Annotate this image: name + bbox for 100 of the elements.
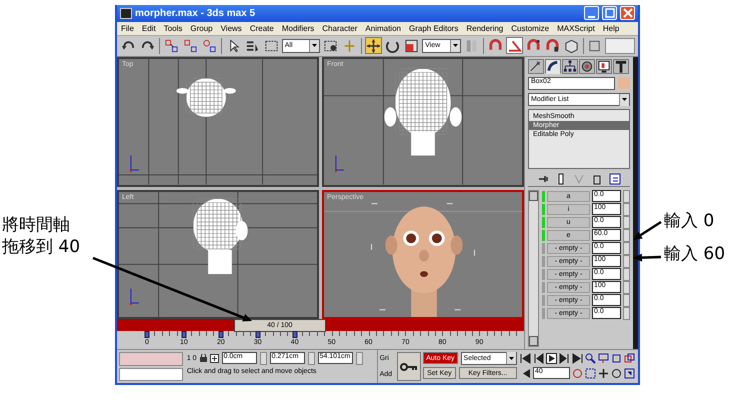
toolbar-button[interactable] [559,353,570,364]
close-button[interactable] [620,6,635,20]
spinner[interactable] [623,202,630,216]
toolbar-button[interactable] [585,368,596,379]
spinner[interactable] [308,352,315,365]
toolbar-button[interactable] [585,353,596,364]
region-zoom-icon [585,368,596,379]
panel-tab[interactable] [562,59,578,74]
toolbar-button[interactable] [624,368,635,379]
link-icon [164,38,179,54]
menu-item[interactable]: Create [250,24,274,33]
cube-icon [564,38,578,54]
wireframe-head-drawing [176,78,236,117]
menu-item[interactable]: File [121,24,134,33]
toolbar-button[interactable] [533,353,544,364]
toolbar-field[interactable] [605,38,635,54]
panel-tab[interactable] [596,59,612,74]
menu-item[interactable]: Group [190,24,213,33]
menu-item[interactable]: Views [220,24,242,33]
maximize-icon [604,8,614,18]
zoom-all-icon [598,353,609,364]
spinner[interactable] [623,294,630,307]
listener-field[interactable] [119,368,183,382]
listener-field[interactable] [119,352,183,366]
panel-tab[interactable] [545,59,561,74]
spinner[interactable] [623,242,630,255]
toolbar-button[interactable] [546,353,557,364]
toolbar-button[interactable] [611,368,622,379]
toolbar-button[interactable] [365,37,382,54]
previous-frame-icon [533,353,544,364]
orbit-icon [611,368,622,379]
object-color-swatch[interactable] [618,77,630,90]
spinner[interactable] [623,306,630,320]
menu-item[interactable]: Help [602,24,620,33]
panel-tab[interactable] [613,59,629,74]
menu-item[interactable]: Character [322,24,358,33]
axis-tripod-icon [130,288,140,304]
callout-text: 輸入 60 [664,243,726,266]
minimize-button[interactable] [584,6,599,20]
spinner[interactable] [623,216,630,229]
keyframe-marker[interactable] [292,331,298,338]
lock-icon [200,354,207,362]
menu-item[interactable]: Graph Editors [408,24,458,33]
spinner[interactable] [356,352,363,365]
unlink-icon [182,38,198,54]
toolbar-button[interactable] [598,353,609,364]
menu-item[interactable]: Rendering [466,24,504,33]
callout-text: 拖移到 40 [2,236,80,258]
spinner[interactable] [623,190,630,203]
app-icon [120,8,132,19]
callout-arrow [633,254,662,262]
go-to-end-icon [572,353,583,364]
move-icon [366,38,382,54]
caret-icon [312,44,318,48]
panel-tab[interactable] [579,59,595,74]
keyframe-marker[interactable] [255,331,260,338]
pan-icon [598,368,609,379]
toolbar-button[interactable] [562,37,580,54]
key-button[interactable] [396,352,422,382]
maximize-viewport-icon [624,368,635,379]
menu-item[interactable]: Animation [365,24,401,33]
close-icon [622,8,632,18]
caret-icon [509,356,514,360]
scroll-bar[interactable] [528,190,539,348]
axis-tripod-icon [130,155,140,172]
go-to-start-icon [520,353,531,364]
toolbar-button[interactable] [520,353,531,364]
zoom-extents-icon [611,353,622,364]
motion-icon [580,59,594,74]
menu-item[interactable]: Modifiers [282,24,314,33]
keyframe-marker[interactable] [181,331,186,338]
keyframe-marker[interactable] [144,331,150,338]
spinner[interactable] [260,352,267,365]
spinner-snap-icon [544,38,560,54]
spinner[interactable] [623,228,630,242]
callout-text: 將時間軸 [2,214,71,236]
caret-icon [452,44,458,48]
toolbar-button[interactable] [624,353,635,364]
scale-icon [404,38,420,54]
zoom-icon [585,353,596,364]
configure-icon [609,173,621,186]
panel-tab[interactable] [528,59,544,74]
toolbar-button[interactable] [598,368,609,379]
toolbar-button[interactable] [403,37,420,54]
caret-icon [622,98,627,102]
spinner[interactable] [623,268,630,281]
menu-item[interactable]: Edit [142,24,156,33]
toolbar-button[interactable] [544,37,560,54]
maximize-button[interactable] [602,6,617,20]
spinner[interactable] [623,254,630,268]
toolbar-button[interactable] [572,353,583,364]
menu-item[interactable]: MAXScript [557,24,595,33]
menu-item[interactable]: Customize [511,24,550,33]
next-frame-icon [559,353,570,364]
menu-item[interactable]: Tools [164,24,182,33]
window-title: morpher.max - 3ds max 5 [135,8,256,19]
spinner[interactable] [623,280,630,294]
toolbar-button[interactable] [611,353,622,364]
play-icon [546,353,557,364]
keyframe-marker[interactable] [218,331,224,338]
